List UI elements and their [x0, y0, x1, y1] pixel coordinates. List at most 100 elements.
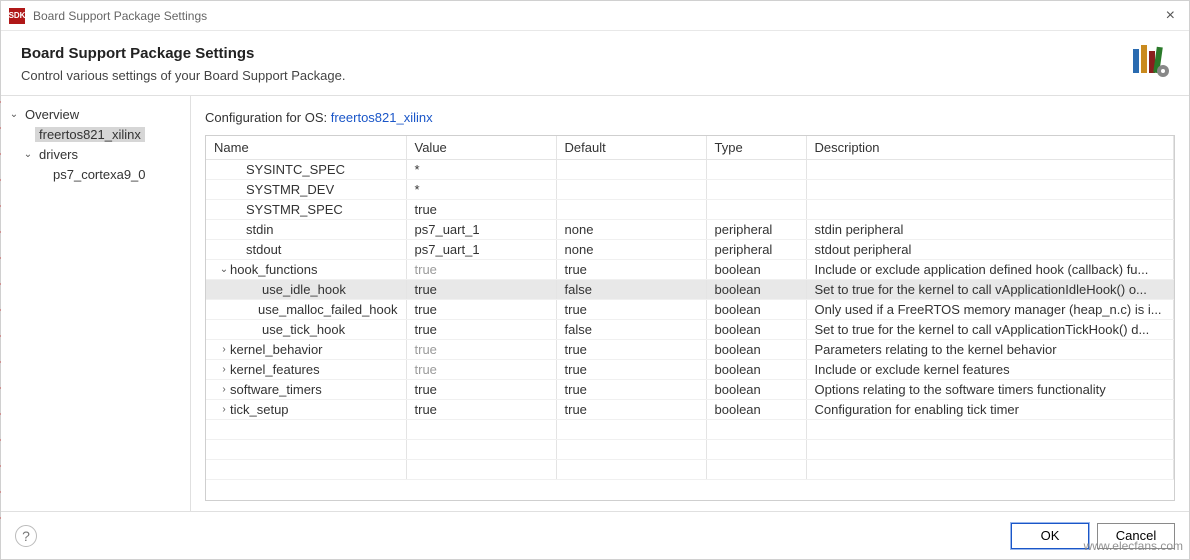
page-title: Board Support Package Settings — [21, 45, 1169, 62]
tree-label: ps7_cortexa9_0 — [49, 167, 150, 182]
cell-description — [806, 180, 1174, 200]
chevron-right-icon[interactable]: › — [218, 404, 230, 415]
table-row[interactable]: SYSTMR_SPECtrue — [206, 200, 1174, 220]
table-row[interactable]: use_tick_hooktruefalsebooleanSet to true… — [206, 320, 1174, 340]
cell-type: peripheral — [706, 240, 806, 260]
close-icon[interactable]: × — [1160, 7, 1181, 25]
table-row[interactable]: ›software_timerstruetruebooleanOptions r… — [206, 380, 1174, 400]
chevron-right-icon[interactable]: › — [218, 384, 230, 395]
cell-name[interactable]: ›kernel_behavior — [206, 340, 406, 360]
chevron-down-icon: ⌄ — [21, 149, 35, 160]
setting-name: SYSINTC_SPEC — [246, 162, 345, 177]
cell-value[interactable]: true — [406, 360, 556, 380]
cell-description: Include or exclude application defined h… — [806, 260, 1174, 280]
chevron-down-icon[interactable]: ⌄ — [218, 264, 230, 275]
table-row[interactable]: use_malloc_failed_hooktruetruebooleanOnl… — [206, 300, 1174, 320]
cell-default: true — [556, 260, 706, 280]
page-subtitle: Control various settings of your Board S… — [21, 68, 1169, 83]
cell-name[interactable]: SYSTMR_DEV — [206, 180, 406, 200]
table-row[interactable]: SYSINTC_SPEC * — [206, 160, 1174, 180]
cell-name[interactable]: stdout — [206, 240, 406, 260]
setting-name: stdout — [246, 242, 281, 257]
chevron-right-icon[interactable]: › — [218, 364, 230, 375]
cell-description: Set to true for the kernel to call vAppl… — [806, 280, 1174, 300]
ok-button[interactable]: OK — [1011, 523, 1089, 549]
tree-item-driver-cpu[interactable]: ps7_cortexa9_0 — [7, 164, 184, 184]
table-row[interactable]: stdinps7_uart_1noneperipheralstdin perip… — [206, 220, 1174, 240]
cell-description — [806, 200, 1174, 220]
cell-name[interactable]: ›software_timers — [206, 380, 406, 400]
table-row[interactable]: use_idle_hooktruefalsebooleanSet to true… — [206, 280, 1174, 300]
tree-item-overview[interactable]: ⌄ Overview — [7, 104, 184, 124]
setting-name: stdin — [246, 222, 273, 237]
cell-name[interactable]: stdin — [206, 220, 406, 240]
cell-description: Options relating to the software timers … — [806, 380, 1174, 400]
cancel-button[interactable]: Cancel — [1097, 523, 1175, 549]
cell-value[interactable]: * — [406, 160, 556, 180]
cell-value[interactable]: true — [406, 400, 556, 420]
setting-name: kernel_features — [230, 362, 320, 377]
cell-value[interactable]: * — [406, 180, 556, 200]
cell-default — [556, 200, 706, 220]
setting-name: use_tick_hook — [262, 322, 345, 337]
table-header-row: Name Value Default Type Description — [206, 136, 1174, 160]
table-row[interactable]: stdoutps7_uart_1noneperipheralstdout per… — [206, 240, 1174, 260]
body: ⌄ Overview freertos821_xilinx ⌄ drivers … — [1, 96, 1189, 511]
cell-value[interactable]: true — [406, 200, 556, 220]
titlebar: SDK Board Support Package Settings × — [1, 1, 1189, 31]
cell-value[interactable]: true — [406, 300, 556, 320]
cell-type: boolean — [706, 260, 806, 280]
dialog-window: SDK Board Support Package Settings × Boa… — [0, 0, 1190, 560]
cell-name[interactable]: ⌄hook_functions — [206, 260, 406, 280]
col-name[interactable]: Name — [206, 136, 406, 160]
cell-type: boolean — [706, 380, 806, 400]
cell-name[interactable]: ›kernel_features — [206, 360, 406, 380]
table-row-empty — [206, 420, 1174, 440]
tree-item-drivers[interactable]: ⌄ drivers — [7, 144, 184, 164]
config-prefix: Configuration for OS: — [205, 110, 331, 125]
col-description[interactable]: Description — [806, 136, 1174, 160]
cell-type: boolean — [706, 320, 806, 340]
header: Board Support Package Settings Control v… — [1, 31, 1189, 96]
cell-type: boolean — [706, 360, 806, 380]
cell-name[interactable]: use_idle_hook — [206, 280, 406, 300]
app-icon: SDK — [9, 8, 25, 24]
setting-name: hook_functions — [230, 262, 317, 277]
tree-label: freertos821_xilinx — [35, 127, 145, 142]
chevron-right-icon[interactable]: › — [218, 344, 230, 355]
left-tab-artifact — [0, 101, 1, 539]
cell-value[interactable]: ps7_uart_1 — [406, 220, 556, 240]
os-link[interactable]: freertos821_xilinx — [331, 110, 433, 125]
col-value[interactable]: Value — [406, 136, 556, 160]
cell-value[interactable]: ps7_uart_1 — [406, 240, 556, 260]
table-row[interactable]: ›kernel_featurestruetruebooleanInclude o… — [206, 360, 1174, 380]
table-row[interactable]: ›kernel_behaviortruetruebooleanParameter… — [206, 340, 1174, 360]
cell-description — [806, 160, 1174, 180]
settings-table: Name Value Default Type Description SYSI… — [206, 136, 1174, 480]
col-type[interactable]: Type — [706, 136, 806, 160]
cell-name[interactable]: use_tick_hook — [206, 320, 406, 340]
cell-name[interactable]: use_malloc_failed_hook — [206, 300, 406, 320]
cell-value[interactable]: true — [406, 260, 556, 280]
chevron-down-icon: ⌄ — [7, 109, 21, 120]
cell-value[interactable]: true — [406, 280, 556, 300]
help-icon[interactable]: ? — [15, 525, 37, 547]
table-row[interactable]: ⌄hook_functionstruetruebooleanInclude or… — [206, 260, 1174, 280]
table-row[interactable]: ›tick_setuptruetruebooleanConfiguration … — [206, 400, 1174, 420]
cell-default — [556, 160, 706, 180]
table-row[interactable]: SYSTMR_DEV* — [206, 180, 1174, 200]
cell-name[interactable]: SYSTMR_SPEC — [206, 200, 406, 220]
cell-name[interactable]: SYSINTC_SPEC — [206, 160, 406, 180]
cell-value[interactable]: true — [406, 380, 556, 400]
tree-item-os[interactable]: freertos821_xilinx — [7, 124, 184, 144]
tree-label: drivers — [35, 147, 82, 162]
dialog-footer: ? OK Cancel — [1, 511, 1189, 559]
nav-tree[interactable]: ⌄ Overview freertos821_xilinx ⌄ drivers … — [1, 96, 191, 511]
cell-name[interactable]: ›tick_setup — [206, 400, 406, 420]
setting-name: tick_setup — [230, 402, 289, 417]
cell-value[interactable]: true — [406, 320, 556, 340]
col-default[interactable]: Default — [556, 136, 706, 160]
cell-default: true — [556, 300, 706, 320]
cell-value[interactable]: true — [406, 340, 556, 360]
setting-name: software_timers — [230, 382, 322, 397]
